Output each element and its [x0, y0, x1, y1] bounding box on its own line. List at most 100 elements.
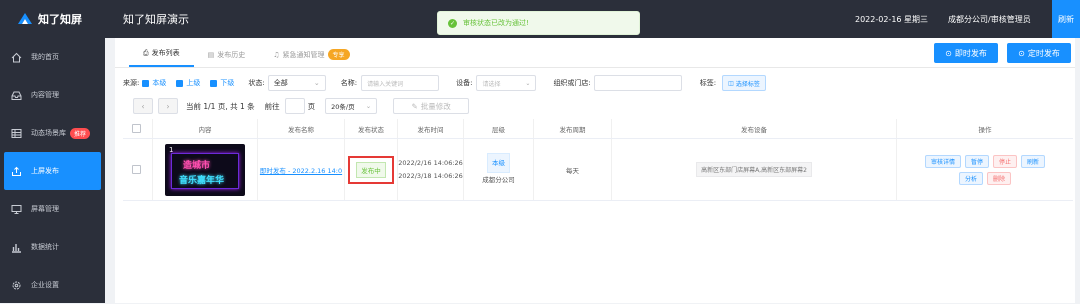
- current-date: 2022-02-16 星期三: [855, 14, 929, 24]
- tab-label: 发布列表: [151, 49, 180, 57]
- sidebar-item-label: 我的首页: [31, 53, 59, 61]
- name-input[interactable]: 请输入关键词: [361, 75, 440, 91]
- publish-name-link[interactable]: 即时发布 - 2022.2.16 14:0: [260, 165, 342, 175]
- page-title: 知了知屏演示: [123, 13, 189, 26]
- select-value: 全部: [273, 79, 288, 87]
- logo-icon: [18, 13, 32, 25]
- sidebar-item-publish[interactable]: 上屏发布: [4, 152, 101, 190]
- inbox-icon: [10, 89, 22, 101]
- page-size-select[interactable]: 20条/页 ⌄: [325, 98, 378, 114]
- column-header: 发布时间: [398, 119, 464, 138]
- sidebar-item-settings[interactable]: 企业设置: [0, 266, 105, 304]
- tab-publish-list[interactable]: ⎙ 发布列表: [129, 48, 194, 67]
- pause-button[interactable]: 暂停: [964, 154, 989, 168]
- app-logo[interactable]: 知了知屏: [0, 0, 105, 38]
- exclusive-tag: 专享: [327, 49, 350, 60]
- content-thumbnail[interactable]: 1 造城市 音乐嘉年华: [165, 143, 245, 196]
- pagination: ‹ › 当前 1/1 页, 共 1 条 前往 页 20条/页 ⌄ ✎ 批量修改: [133, 97, 470, 115]
- level-badge: 本级: [487, 152, 510, 173]
- button-label: 定时发布: [1027, 48, 1060, 58]
- publish-icon: [10, 165, 22, 177]
- clock-icon: ⊙: [1018, 48, 1025, 58]
- cycle-cell: 每天: [534, 139, 612, 200]
- batch-edit-button[interactable]: ✎ 批量修改: [393, 98, 470, 114]
- status-cell: 发布中: [345, 139, 398, 200]
- recommend-badge: 推荐: [70, 127, 91, 139]
- audit-detail-button[interactable]: 审核详情: [924, 154, 961, 168]
- column-header: 发布周期: [534, 119, 612, 138]
- column-header: 发布设备: [612, 119, 897, 138]
- sidebar-item-home[interactable]: 我的首页: [0, 38, 105, 76]
- stop-button[interactable]: 停止: [993, 154, 1018, 168]
- sidebar-item-label: 上屏发布: [31, 167, 59, 175]
- monitor-icon: [10, 203, 22, 215]
- source-label: 来源:: [123, 79, 140, 87]
- tab-bar: ⎙ 发布列表 ▤ 发布历史 ♫ 紧急通知管理 专享: [115, 38, 1075, 68]
- thumb-text-bottom: 音乐嘉年华: [179, 175, 225, 186]
- publish-table: 内容 发布名称 发布状态 发布时间 层级 发布周期 发布设备 操作 1 造城市 …: [123, 119, 1073, 201]
- refresh-button[interactable]: 刷新: [1052, 0, 1080, 38]
- publish-panel: ⎙ 发布列表 ▤ 发布历史 ♫ 紧急通知管理 专享 ⊙ 即时发布 ⊙ 定时发布 …: [115, 38, 1075, 303]
- source-option-upper[interactable]: 上级: [176, 78, 200, 88]
- gear-icon: [10, 279, 22, 291]
- button-label: 批量修改: [420, 101, 451, 111]
- page-number-input[interactable]: [284, 98, 305, 114]
- chevron-down-icon: ⌄: [313, 79, 320, 87]
- org-user[interactable]: 成都分公司/审核管理员: [948, 14, 1031, 25]
- checkbox[interactable]: [142, 79, 150, 87]
- sidebar-item-screens[interactable]: 屏幕管理: [0, 190, 105, 228]
- prev-page-button[interactable]: ‹: [133, 98, 153, 114]
- chevron-down-icon: ⌄: [525, 79, 531, 87]
- time-cell: 2022/2/16 14:06:26 2022/3/18 14:06:26: [398, 139, 464, 200]
- table-header: 内容 发布名称 发布状态 发布时间 层级 发布周期 发布设备 操作: [123, 119, 1073, 139]
- scheduled-publish-button[interactable]: ⊙ 定时发布: [1007, 43, 1071, 63]
- bell-icon: ♫: [273, 50, 280, 59]
- page-info: 当前 1/1 页, 共 1 条: [186, 101, 255, 111]
- analyze-button[interactable]: 分析: [958, 171, 983, 185]
- operations-cell: 审核详情 暂停 停止 刷新 分析 删除: [897, 139, 1073, 200]
- device-select[interactable]: 请选择 ⌄: [476, 75, 537, 91]
- source-option-lower[interactable]: 下级: [210, 78, 234, 88]
- column-header: 层级: [464, 119, 534, 138]
- status-select[interactable]: 全部 ⌄: [267, 75, 326, 91]
- next-page-button[interactable]: ›: [158, 98, 178, 114]
- tab-label: 紧急通知管理: [282, 50, 325, 59]
- source-option-self[interactable]: 本级: [142, 78, 166, 88]
- org-input[interactable]: [593, 75, 682, 91]
- sidebar-item-scene-library[interactable]: 动态场景库 推荐: [0, 114, 105, 152]
- row-checkbox[interactable]: [131, 165, 141, 174]
- checkbox[interactable]: [210, 79, 218, 87]
- name-cell: 即时发布 - 2022.2.16 14:0: [258, 139, 345, 200]
- tab-emergency-notice[interactable]: ♫ 紧急通知管理 专享: [259, 49, 363, 67]
- sidebar: 知了知屏 我的首页 内容管理 动态场景库 推荐 上屏发布 屏幕管理 数据统计 企…: [0, 0, 105, 303]
- select-all-checkbox[interactable]: [131, 124, 141, 133]
- delete-button[interactable]: 删除: [987, 171, 1012, 185]
- refresh-row-button[interactable]: 刷新: [1021, 154, 1046, 168]
- checkbox[interactable]: [176, 79, 184, 87]
- option-label: 上级: [186, 79, 201, 87]
- row-select-cell: [123, 139, 153, 200]
- home-icon: [10, 51, 22, 63]
- sidebar-item-label: 屏幕管理: [31, 205, 59, 213]
- name-label: 名称:: [340, 79, 358, 87]
- tab-publish-history[interactable]: ▤ 发布历史: [194, 50, 260, 67]
- select-tags-button[interactable]: ◫ 选择标签: [722, 75, 766, 91]
- instant-publish-button[interactable]: ⊙ 即时发布: [934, 43, 998, 63]
- logo-text: 知了知屏: [38, 13, 82, 26]
- clock-icon: ⊙: [945, 48, 952, 58]
- sidebar-item-content[interactable]: 内容管理: [0, 76, 105, 114]
- main-content: ⎙ 发布列表 ▤ 发布历史 ♫ 紧急通知管理 专享 ⊙ 即时发布 ⊙ 定时发布 …: [105, 38, 1080, 303]
- thumb-text-top: 造城市: [183, 160, 211, 171]
- devices-cell: 高新区东部门店屏幕A,高新区东部屏幕2: [612, 139, 897, 200]
- column-header: 操作: [978, 125, 992, 134]
- cycle-value: 每天: [566, 166, 579, 175]
- sidebar-item-label: 动态场景库: [31, 129, 66, 137]
- tags-label: 标签:: [699, 79, 717, 87]
- history-icon: ▤: [207, 51, 215, 59]
- device-label: 设备:: [456, 79, 473, 87]
- sidebar-item-stats[interactable]: 数据统计: [0, 228, 105, 266]
- column-header: 发布名称: [258, 119, 345, 138]
- column-header: 内容: [153, 119, 258, 138]
- toast-message: 审核状态已改为通过!: [463, 19, 529, 27]
- button-label: 选择标签: [735, 80, 760, 88]
